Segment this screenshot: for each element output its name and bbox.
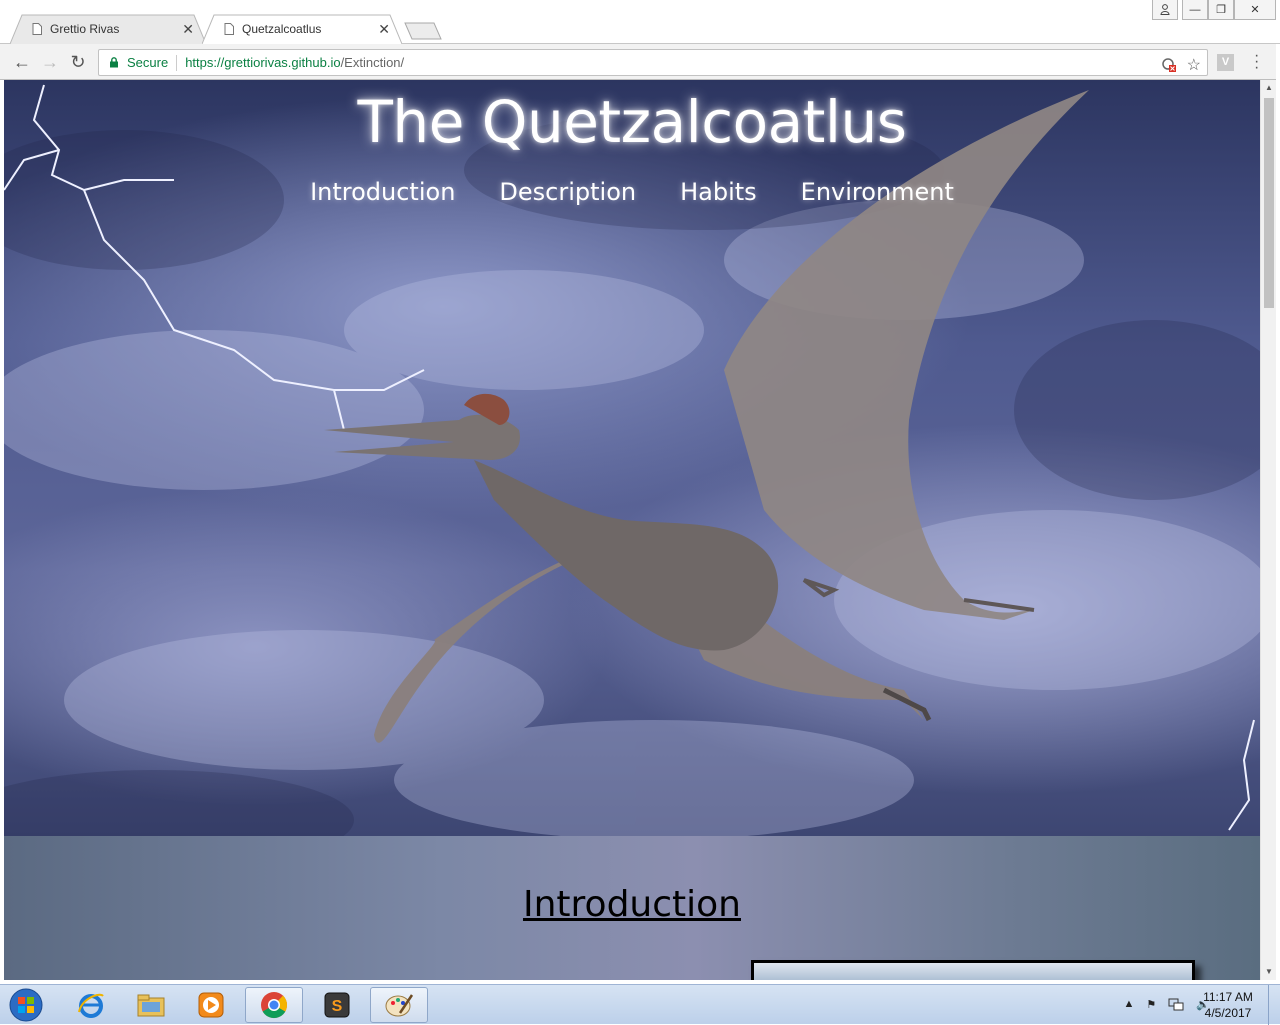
new-tab-button[interactable] <box>404 22 442 40</box>
security-label: Secure <box>127 55 169 70</box>
hero-banner: The Quetzalcoatlus Introduction Descript… <box>4 80 1260 836</box>
site-title: The Quetzalcoatlus <box>357 88 908 156</box>
nav-environment[interactable]: Environment <box>801 178 954 206</box>
bookmark-star-icon[interactable]: ☆ <box>1187 55 1201 75</box>
maximize-icon[interactable]: ❐ <box>1208 0 1234 20</box>
window-controls <box>1152 0 1178 20</box>
internet-explorer-icon[interactable] <box>62 987 120 1023</box>
scroll-up-icon[interactable]: ▲ <box>1261 80 1277 96</box>
svg-text:S: S <box>332 998 343 1015</box>
section-heading: Introduction <box>522 884 741 925</box>
nav-introduction[interactable]: Introduction <box>310 178 455 206</box>
page-icon <box>224 23 234 35</box>
blocked-content-icon[interactable] <box>1161 57 1177 73</box>
start-button[interactable] <box>6 987 46 1023</box>
taskbar-clock[interactable]: 11:17 AM 4/5/2017 <box>1196 989 1260 1021</box>
forward-arrow-icon[interactable]: → <box>40 52 60 72</box>
tab-title: Quetzalcoatlus <box>242 22 322 36</box>
network-icon[interactable] <box>1168 997 1184 1011</box>
scrollbar[interactable]: ▲ ▼ <box>1260 80 1276 980</box>
scroll-down-icon[interactable]: ▼ <box>1261 964 1277 980</box>
tray-expand-icon[interactable]: ▲ <box>1124 998 1135 1010</box>
sublime-text-icon[interactable]: S <box>308 987 366 1023</box>
introduction-section: Introduction <box>4 836 1260 980</box>
window-buttons: — ❐ ✕ <box>1182 0 1276 20</box>
omnibox-actions: ☆ <box>1161 55 1201 75</box>
url-path: /Extinction/ <box>340 55 405 70</box>
intro-image <box>751 960 1195 980</box>
url-host: https://grettiorivas.github.io <box>185 55 341 70</box>
page-icon <box>32 23 42 35</box>
extension-icon[interactable]: V <box>1217 54 1234 71</box>
nav-habits[interactable]: Habits <box>680 178 757 206</box>
taskbar: S ▲ ⚑ 🔈 11:17 AM 4/5/2017 <box>0 984 1280 1025</box>
browser-titlebar: Grettio Rivas ✕ Quetzalcoatlus ✕ — ❐ ✕ <box>0 0 1280 44</box>
menu-icon[interactable]: · · · <box>1254 48 1260 76</box>
user-icon[interactable] <box>1152 0 1178 20</box>
window-close-icon[interactable]: ✕ <box>1234 0 1276 20</box>
clock-time: 11:17 AM <box>1203 990 1253 1004</box>
page-viewport: The Quetzalcoatlus Introduction Descript… <box>4 80 1260 980</box>
clock-date: 4/5/2017 <box>1204 1006 1252 1020</box>
nav-description[interactable]: Description <box>499 178 636 206</box>
action-center-flag-icon[interactable]: ⚑ <box>1146 998 1156 1011</box>
tab-grettio-rivas[interactable]: Grettio Rivas ✕ <box>10 14 206 44</box>
media-player-icon[interactable] <box>182 987 240 1023</box>
tab-quetzalcoatlus[interactable]: Quetzalcoatlus ✕ <box>202 14 402 44</box>
address-bar[interactable]: Secure https://grettiorivas.github.io/Ex… <box>98 49 1208 76</box>
close-icon[interactable]: ✕ <box>182 21 194 38</box>
back-arrow-icon[interactable]: ← <box>12 52 32 72</box>
minimize-icon[interactable]: — <box>1182 0 1208 20</box>
reload-icon[interactable]: ↻ <box>68 52 88 72</box>
tab-title: Grettio Rivas <box>50 22 120 36</box>
window-frame <box>1276 44 1280 984</box>
lock-icon <box>110 57 118 68</box>
file-explorer-icon[interactable] <box>122 987 180 1023</box>
divider <box>176 54 178 71</box>
show-desktop-button[interactable] <box>1268 985 1280 1025</box>
site-nav: Introduction Description Habits Environm… <box>4 178 1260 206</box>
paint-icon[interactable] <box>370 987 428 1023</box>
browser-toolbar: ← → ↻ Secure https://grettiorivas.github… <box>0 44 1280 80</box>
close-icon[interactable]: ✕ <box>378 21 390 38</box>
scrollbar-thumb[interactable] <box>1264 98 1274 308</box>
chrome-icon[interactable] <box>245 987 303 1023</box>
